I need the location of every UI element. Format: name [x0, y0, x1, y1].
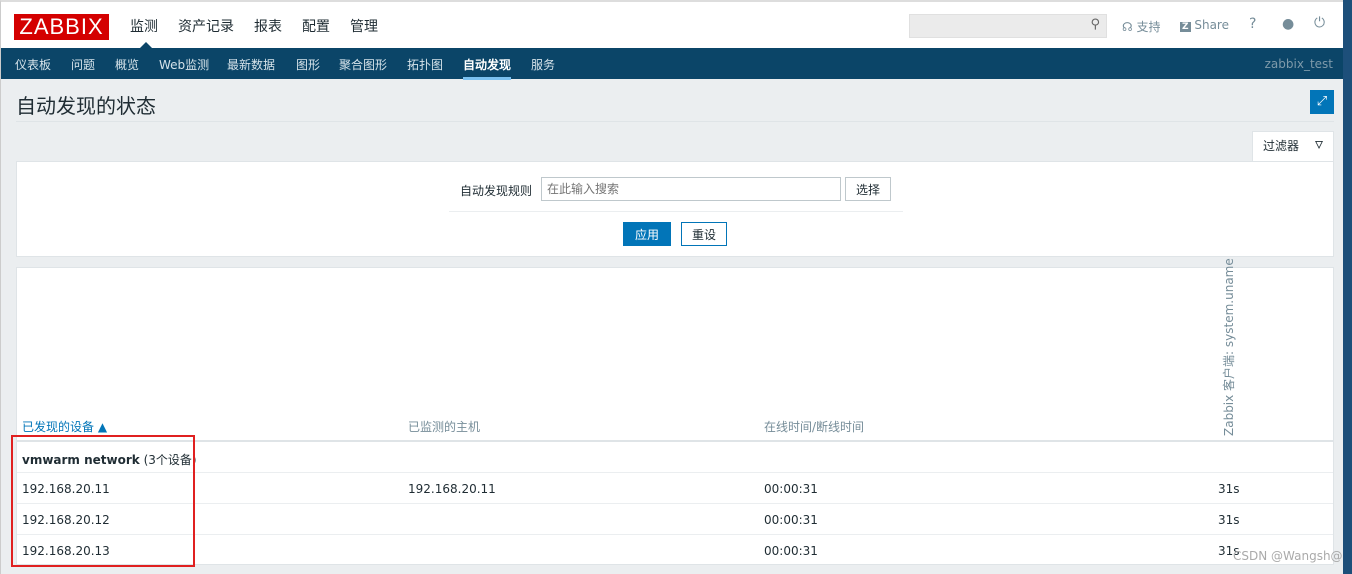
discovery-table: 已发现的设备 ▲ 已监测的主机 在线时间/断线时间 Zabbix 客户端: sy… — [16, 258, 1334, 566]
reset-button[interactable]: 重设 — [681, 222, 728, 246]
table-row: 192.168.20.11 192.168.20.11 00:00:31 31s — [17, 473, 1333, 504]
browser-window: ZABBIX 监测 资产记录 报表 配置 管理 ⚲ ☊ 支持 Z Share ?… — [0, 0, 1343, 574]
nav-overview[interactable]: 概览 — [115, 56, 139, 73]
page-title: 自动发现的状态 — [16, 94, 156, 118]
sign-out-icon[interactable]: ⏻ — [1314, 15, 1325, 31]
nav-graphs[interactable]: 图形 — [296, 56, 320, 73]
menu-administration[interactable]: 管理 — [350, 16, 378, 36]
search-input[interactable]: ⚲ — [909, 14, 1107, 38]
support-link[interactable]: ☊ 支持 — [1122, 18, 1161, 35]
filter-panel: 自动发现规则 选择 应用 重设 — [16, 161, 1334, 257]
discovery-rule-label: 自动发现规则 — [460, 184, 533, 198]
column-uptime-downtime: 在线时间/断线时间 — [764, 420, 865, 434]
agent-uname: 31s — [1218, 482, 1240, 496]
menu-configuration[interactable]: 配置 — [302, 16, 330, 36]
search-icon[interactable]: ⚲ — [1090, 17, 1100, 32]
zabbix-share-icon: Z — [1180, 22, 1191, 32]
column-discovered-device[interactable]: 已发现的设备 ▲ — [22, 418, 107, 435]
share-link[interactable]: Z Share — [1180, 18, 1229, 32]
select-button[interactable]: 选择 — [845, 177, 892, 201]
headset-icon: ☊ — [1122, 20, 1133, 34]
filter-icon: ▿ — [1314, 134, 1323, 153]
uptime: 00:00:31 — [764, 513, 818, 527]
nav-web[interactable]: Web监测 — [159, 56, 209, 73]
group-row: vmwarm network (3个设备) — [17, 442, 1333, 473]
menu-inventory[interactable]: 资产记录 — [178, 16, 234, 36]
nav-screens[interactable]: 聚合图形 — [339, 56, 387, 73]
nav-problems[interactable]: 问题 — [71, 56, 95, 73]
top-header: ZABBIX 监测 资产记录 报表 配置 管理 ⚲ ☊ 支持 Z Share ?… — [1, 2, 1343, 49]
highlight-annotation-box — [11, 435, 195, 567]
table-row: 192.168.20.13 00:00:31 31s — [17, 535, 1333, 566]
menu-reports[interactable]: 报表 — [254, 16, 282, 36]
fullscreen-button[interactable]: ⤢ — [1310, 90, 1334, 114]
current-user: zabbix_test — [1264, 57, 1333, 71]
help-icon[interactable]: ? — [1249, 16, 1256, 32]
sub-navigation: 仪表板 问题 概览 Web监测 最新数据 图形 聚合图形 拓扑图 自动发现 服务… — [1, 48, 1343, 80]
apply-button[interactable]: 应用 — [623, 222, 671, 246]
uptime: 00:00:31 — [764, 544, 818, 558]
discovery-rule-input[interactable] — [541, 177, 841, 201]
column-monitored-host: 已监测的主机 — [408, 420, 481, 434]
nav-dashboard[interactable]: 仪表板 — [15, 56, 51, 73]
uptime: 00:00:31 — [764, 482, 818, 496]
table-row: 192.168.20.12 00:00:31 31s — [17, 504, 1333, 535]
divider — [449, 211, 903, 212]
agent-uname: 31s — [1218, 513, 1240, 527]
expand-icon: ⤢ — [1316, 94, 1328, 109]
filter-tab[interactable]: 过滤器 ▿ — [1252, 131, 1334, 162]
nav-maps[interactable]: 拓扑图 — [407, 56, 443, 73]
nav-services[interactable]: 服务 — [531, 56, 555, 73]
monitored-host[interactable]: 192.168.20.11 — [408, 482, 496, 496]
divider — [16, 121, 1334, 122]
watermark: CSDN @Wangsh@ — [1233, 549, 1343, 563]
zabbix-logo[interactable]: ZABBIX — [14, 14, 109, 40]
column-zabbix-agent-uname: Zabbix 客户端: system.uname — [1222, 258, 1236, 436]
menu-monitoring[interactable]: 监测 — [130, 16, 158, 36]
nav-latest-data[interactable]: 最新数据 — [227, 56, 275, 73]
user-profile-icon[interactable]: ● — [1282, 16, 1294, 32]
nav-discovery[interactable]: 自动发现 — [463, 56, 512, 80]
